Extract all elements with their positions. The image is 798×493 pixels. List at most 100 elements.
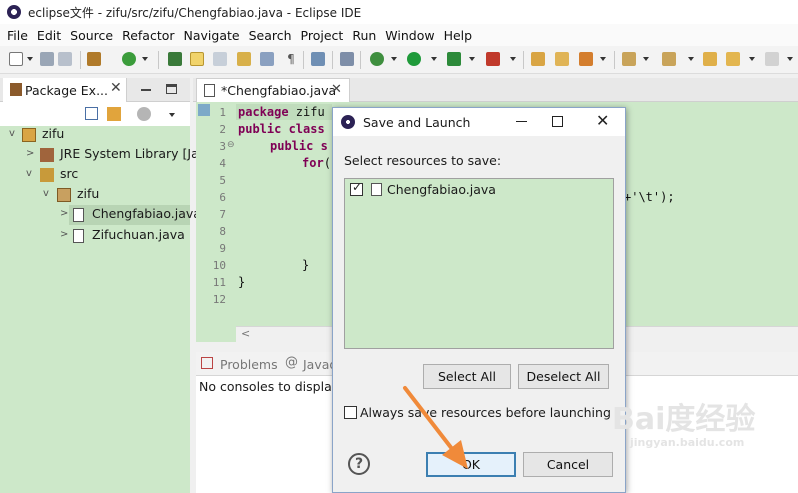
dropdown-arrow-icon[interactable] xyxy=(643,57,649,61)
menu-run[interactable]: Run xyxy=(352,28,376,43)
resource-list[interactable] xyxy=(344,178,614,349)
menu-project[interactable]: Project xyxy=(301,28,344,43)
tree-item-label: zifu xyxy=(42,126,65,141)
dropdown-arrow-icon[interactable] xyxy=(431,57,437,61)
chevron-right-icon[interactable]: > xyxy=(60,229,68,240)
external-tools-icon[interactable] xyxy=(486,52,500,66)
line-number: 8 xyxy=(219,225,226,238)
minimize-icon[interactable] xyxy=(516,121,527,122)
toolbar-separator xyxy=(303,51,304,69)
menu-edit[interactable]: Edit xyxy=(37,28,61,43)
java-file-icon xyxy=(204,84,215,97)
pencil-icon[interactable] xyxy=(579,52,593,66)
baidu-watermark: Bai度经验 jingyan.baidu.com xyxy=(612,402,756,450)
package-icon xyxy=(57,188,71,202)
dropdown-arrow-icon[interactable] xyxy=(510,57,516,61)
code-line: } xyxy=(238,275,246,289)
chevron-down-icon[interactable]: v xyxy=(43,188,49,199)
show-whitespace-icon[interactable] xyxy=(260,52,274,66)
chevron-right-icon[interactable]: > xyxy=(26,148,34,159)
line-number: 5 xyxy=(219,174,226,187)
back-arrow-icon[interactable] xyxy=(726,52,740,66)
dropdown-arrow-icon[interactable] xyxy=(787,57,793,61)
highlight-icon[interactable] xyxy=(190,52,204,66)
close-icon[interactable]: ✕ xyxy=(331,82,342,97)
refresh-icon[interactable] xyxy=(122,52,136,66)
dropdown-arrow-icon[interactable] xyxy=(391,57,397,61)
maximize-icon[interactable] xyxy=(552,116,563,127)
code-line: public s xyxy=(270,139,328,153)
cancel-button[interactable]: Cancel xyxy=(523,452,613,477)
always-save-checkbox[interactable] xyxy=(344,406,357,419)
scroll-left-icon[interactable]: < xyxy=(241,327,250,340)
code-line: public class xyxy=(238,122,325,136)
toolbar-separator xyxy=(360,51,361,69)
dialog-title: Save and Launch xyxy=(363,114,471,130)
line-number: 10 xyxy=(212,259,226,272)
java-file-icon xyxy=(73,208,84,222)
help-icon[interactable]: ? xyxy=(348,453,370,475)
pilcrow-icon[interactable]: ¶ xyxy=(284,52,298,66)
new-java-project-icon[interactable] xyxy=(531,52,545,66)
forward-arrow-icon[interactable] xyxy=(765,52,779,66)
window-title-bar: eclipse文件 - zifu/src/zifu/Chengfabiao.ja… xyxy=(0,0,798,24)
chevron-right-icon[interactable]: > xyxy=(60,208,68,219)
menu-window[interactable]: Window xyxy=(385,28,434,43)
menu-search[interactable]: Search xyxy=(249,28,292,43)
close-icon[interactable]: ✕ xyxy=(110,80,122,96)
view-menu-icon[interactable] xyxy=(137,107,151,121)
menu-file[interactable]: File xyxy=(7,28,28,43)
console-icon[interactable] xyxy=(311,52,325,66)
dropdown-arrow-icon[interactable] xyxy=(469,57,475,61)
previous-edit-icon[interactable] xyxy=(662,52,676,66)
line-number: 3 xyxy=(219,140,226,153)
deselect-all-button[interactable]: Deselect All xyxy=(518,364,609,389)
run-icon[interactable] xyxy=(407,52,421,66)
code-line: package zifu xyxy=(238,105,325,119)
line-number: 11 xyxy=(212,276,226,289)
dropdown-arrow-icon[interactable] xyxy=(169,113,175,117)
collapse-all-icon[interactable] xyxy=(85,107,98,120)
toggle-breakpoint-icon[interactable] xyxy=(168,52,182,66)
chevron-down-icon[interactable]: v xyxy=(9,128,15,139)
fold-icon[interactable]: ⊖ xyxy=(227,140,235,150)
dropdown-arrow-icon[interactable] xyxy=(600,57,606,61)
dropdown-arrow-icon[interactable] xyxy=(27,57,33,61)
close-icon[interactable]: ✕ xyxy=(596,111,609,130)
next-edit-icon[interactable] xyxy=(622,52,636,66)
maximize-icon[interactable] xyxy=(166,84,177,94)
menu-help[interactable]: Help xyxy=(444,28,473,43)
save-all-icon[interactable] xyxy=(58,52,72,66)
console-empty-text: No consoles to display xyxy=(199,379,340,394)
tree-item-label: Chengfabiao.java xyxy=(92,206,201,221)
menu-refactor[interactable]: Refactor xyxy=(122,28,174,43)
open-folder-icon[interactable] xyxy=(555,52,569,66)
next-annotation-icon[interactable] xyxy=(237,52,251,66)
line-number: 7 xyxy=(219,208,226,221)
checkmark-icon: ✓ xyxy=(352,180,363,194)
open-type-icon[interactable] xyxy=(87,52,101,66)
instruction-arrow xyxy=(403,386,468,469)
last-edit-icon[interactable] xyxy=(703,52,717,66)
tab-package-explorer[interactable]: Package Ex... ✕ xyxy=(3,78,127,102)
chevron-down-icon[interactable]: v xyxy=(26,168,32,179)
minimize-icon[interactable] xyxy=(141,89,151,91)
tab-problems[interactable]: Problems xyxy=(220,357,278,372)
tab-editor-chengfabiao[interactable]: *Chengfabiao.java ✕ xyxy=(196,78,350,102)
new-file-icon[interactable] xyxy=(9,52,23,66)
run-coverage-icon[interactable] xyxy=(447,52,461,66)
menu-source[interactable]: Source xyxy=(70,28,113,43)
menu-navigate[interactable]: Navigate xyxy=(184,28,240,43)
package-explorer-icon xyxy=(10,83,22,96)
skip-breakpoints-icon[interactable] xyxy=(340,52,354,66)
dropdown-arrow-icon[interactable] xyxy=(688,57,694,61)
debug-icon[interactable] xyxy=(370,52,384,66)
resource-checkbox[interactable]: ✓ xyxy=(350,180,363,196)
dropdown-arrow-icon[interactable] xyxy=(749,57,755,61)
annotation-icon[interactable] xyxy=(213,52,227,66)
resource-item-label: Chengfabiao.java xyxy=(387,182,496,197)
dropdown-arrow-icon[interactable] xyxy=(142,57,148,61)
link-with-editor-icon[interactable] xyxy=(107,107,121,121)
save-icon[interactable] xyxy=(40,52,54,66)
code-line: +'\t'); xyxy=(624,190,675,204)
